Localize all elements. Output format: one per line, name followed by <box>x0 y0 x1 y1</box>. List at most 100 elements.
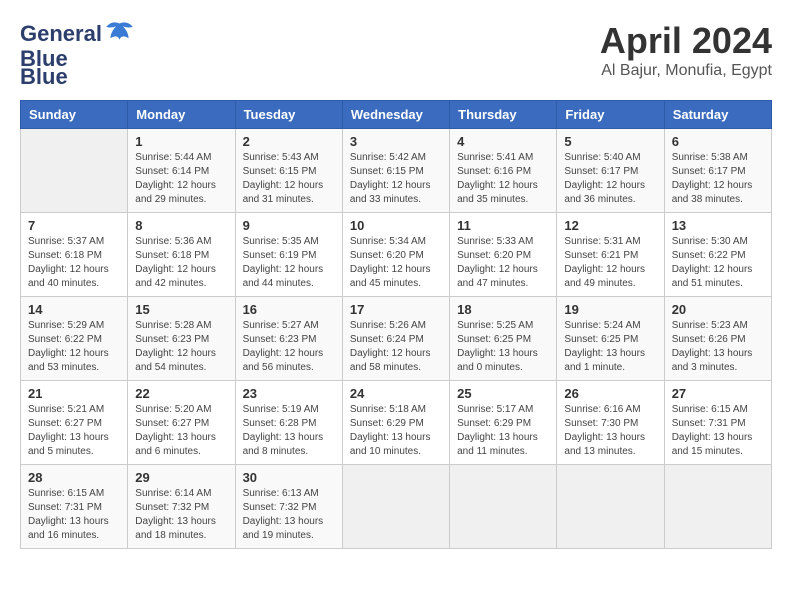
day-number: 30 <box>243 470 335 485</box>
day-info: Sunrise: 5:38 AM Sunset: 6:17 PM Dayligh… <box>672 151 764 207</box>
logo: GeneralBlue Blue <box>20 20 137 90</box>
calendar-cell: 9 Sunrise: 5:35 AM Sunset: 6:19 PM Daylig… <box>235 213 342 297</box>
day-number: 24 <box>350 386 442 401</box>
title-block: April 2024 Al Bajur, Monufia, Egypt <box>600 20 772 80</box>
day-info: Sunrise: 5:41 AM Sunset: 6:16 PM Dayligh… <box>457 151 549 207</box>
calendar-cell: 29 Sunrise: 6:14 AM Sunset: 7:32 PM Dayli… <box>128 465 235 549</box>
day-number: 7 <box>28 218 120 233</box>
day-number: 29 <box>135 470 227 485</box>
day-number: 13 <box>672 218 764 233</box>
day-info: Sunrise: 5:21 AM Sunset: 6:27 PM Dayligh… <box>28 403 120 459</box>
calendar-cell: 27 Sunrise: 6:15 AM Sunset: 7:31 PM Dayli… <box>664 381 771 465</box>
calendar-week-row-1: 1 Sunrise: 5:44 AM Sunset: 6:14 PM Daylig… <box>21 129 772 213</box>
day-info: Sunrise: 6:15 AM Sunset: 7:31 PM Dayligh… <box>28 487 120 543</box>
day-info: Sunrise: 5:36 AM Sunset: 6:18 PM Dayligh… <box>135 235 227 291</box>
day-number: 27 <box>672 386 764 401</box>
day-number: 11 <box>457 218 549 233</box>
day-number: 18 <box>457 302 549 317</box>
calendar-cell: 10Sunrise: 5:34 AM Sunset: 6:20 PM Dayli… <box>342 213 449 297</box>
calendar-week-row-2: 7 Sunrise: 5:37 AM Sunset: 6:18 PM Daylig… <box>21 213 772 297</box>
day-number: 26 <box>564 386 656 401</box>
day-number: 5 <box>564 134 656 149</box>
day-info: Sunrise: 6:14 AM Sunset: 7:32 PM Dayligh… <box>135 487 227 543</box>
day-info: Sunrise: 5:27 AM Sunset: 6:23 PM Dayligh… <box>243 319 335 375</box>
calendar-cell: 26Sunrise: 6:16 AM Sunset: 7:30 PM Dayli… <box>557 381 664 465</box>
day-number: 28 <box>28 470 120 485</box>
weekday-header-thursday: Thursday <box>450 101 557 129</box>
location-subtitle: Al Bajur, Monufia, Egypt <box>600 62 772 80</box>
day-info: Sunrise: 5:35 AM Sunset: 6:19 PM Dayligh… <box>243 235 335 291</box>
calendar-cell: 24 Sunrise: 5:18 AM Sunset: 6:29 PM Dayli… <box>342 381 449 465</box>
weekday-header-friday: Friday <box>557 101 664 129</box>
calendar-cell <box>342 465 449 549</box>
day-number: 25 <box>457 386 549 401</box>
calendar-cell: 17 Sunrise: 5:26 AM Sunset: 6:24 PM Dayli… <box>342 297 449 381</box>
calendar-cell: 4Sunrise: 5:41 AM Sunset: 6:16 PM Daylig… <box>450 129 557 213</box>
calendar-cell: 8 Sunrise: 5:36 AM Sunset: 6:18 PM Daylig… <box>128 213 235 297</box>
day-info: Sunrise: 5:44 AM Sunset: 6:14 PM Dayligh… <box>135 151 227 207</box>
day-info: Sunrise: 5:29 AM Sunset: 6:22 PM Dayligh… <box>28 319 120 375</box>
calendar-cell: 15 Sunrise: 5:28 AM Sunset: 6:23 PM Dayli… <box>128 297 235 381</box>
calendar-cell <box>664 465 771 549</box>
calendar-cell: 28 Sunrise: 6:15 AM Sunset: 7:31 PM Dayli… <box>21 465 128 549</box>
day-info: Sunrise: 5:42 AM Sunset: 6:15 PM Dayligh… <box>350 151 442 207</box>
calendar-cell <box>21 129 128 213</box>
calendar-cell: 30Sunrise: 6:13 AM Sunset: 7:32 PM Dayli… <box>235 465 342 549</box>
weekday-header-monday: Monday <box>128 101 235 129</box>
calendar-cell: 3Sunrise: 5:42 AM Sunset: 6:15 PM Daylig… <box>342 129 449 213</box>
calendar-cell: 21 Sunrise: 5:21 AM Sunset: 6:27 PM Dayli… <box>21 381 128 465</box>
calendar-cell: 18 Sunrise: 5:25 AM Sunset: 6:25 PM Dayli… <box>450 297 557 381</box>
day-info: Sunrise: 5:40 AM Sunset: 6:17 PM Dayligh… <box>564 151 656 207</box>
day-number: 10 <box>350 218 442 233</box>
calendar-cell <box>450 465 557 549</box>
day-number: 19 <box>564 302 656 317</box>
day-number: 17 <box>350 302 442 317</box>
day-info: Sunrise: 5:26 AM Sunset: 6:24 PM Dayligh… <box>350 319 442 375</box>
calendar-cell: 7 Sunrise: 5:37 AM Sunset: 6:18 PM Daylig… <box>21 213 128 297</box>
day-info: Sunrise: 6:15 AM Sunset: 7:31 PM Dayligh… <box>672 403 764 459</box>
day-number: 14 <box>28 302 120 317</box>
calendar-cell: 14 Sunrise: 5:29 AM Sunset: 6:22 PM Dayli… <box>21 297 128 381</box>
day-info: Sunrise: 5:37 AM Sunset: 6:18 PM Dayligh… <box>28 235 120 291</box>
day-number: 2 <box>243 134 335 149</box>
page-header: GeneralBlue Blue April 2024 Al Bajur, Mo… <box>20 20 772 90</box>
day-number: 6 <box>672 134 764 149</box>
calendar-cell: 2Sunrise: 5:43 AM Sunset: 6:15 PM Daylig… <box>235 129 342 213</box>
day-number: 9 <box>243 218 335 233</box>
calendar-cell: 16 Sunrise: 5:27 AM Sunset: 6:23 PM Dayli… <box>235 297 342 381</box>
calendar-cell: 12 Sunrise: 5:31 AM Sunset: 6:21 PM Dayli… <box>557 213 664 297</box>
weekday-header-saturday: Saturday <box>664 101 771 129</box>
weekday-header-tuesday: Tuesday <box>235 101 342 129</box>
calendar-cell: 25 Sunrise: 5:17 AM Sunset: 6:29 PM Dayli… <box>450 381 557 465</box>
day-info: Sunrise: 5:17 AM Sunset: 6:29 PM Dayligh… <box>457 403 549 459</box>
day-number: 12 <box>564 218 656 233</box>
calendar-cell: 19Sunrise: 5:24 AM Sunset: 6:25 PM Dayli… <box>557 297 664 381</box>
calendar-cell: 22Sunrise: 5:20 AM Sunset: 6:27 PM Dayli… <box>128 381 235 465</box>
day-number: 16 <box>243 302 335 317</box>
calendar-cell: 20Sunrise: 5:23 AM Sunset: 6:26 PM Dayli… <box>664 297 771 381</box>
day-info: Sunrise: 5:28 AM Sunset: 6:23 PM Dayligh… <box>135 319 227 375</box>
day-number: 8 <box>135 218 227 233</box>
calendar-week-row-5: 28 Sunrise: 6:15 AM Sunset: 7:31 PM Dayli… <box>21 465 772 549</box>
day-info: Sunrise: 5:31 AM Sunset: 6:21 PM Dayligh… <box>564 235 656 291</box>
day-number: 20 <box>672 302 764 317</box>
day-number: 15 <box>135 302 227 317</box>
calendar-header-row: SundayMondayTuesdayWednesdayThursdayFrid… <box>21 101 772 129</box>
day-info: Sunrise: 5:25 AM Sunset: 6:25 PM Dayligh… <box>457 319 549 375</box>
calendar-cell: 13Sunrise: 5:30 AM Sunset: 6:22 PM Dayli… <box>664 213 771 297</box>
calendar-cell: 5 Sunrise: 5:40 AM Sunset: 6:17 PM Daylig… <box>557 129 664 213</box>
calendar-cell: 1 Sunrise: 5:44 AM Sunset: 6:14 PM Daylig… <box>128 129 235 213</box>
day-info: Sunrise: 5:18 AM Sunset: 6:29 PM Dayligh… <box>350 403 442 459</box>
day-info: Sunrise: 5:19 AM Sunset: 6:28 PM Dayligh… <box>243 403 335 459</box>
calendar-week-row-4: 21 Sunrise: 5:21 AM Sunset: 6:27 PM Dayli… <box>21 381 772 465</box>
day-number: 1 <box>135 134 227 149</box>
weekday-header-wednesday: Wednesday <box>342 101 449 129</box>
day-number: 21 <box>28 386 120 401</box>
logo-text: GeneralBlue <box>20 20 137 70</box>
day-number: 23 <box>243 386 335 401</box>
month-title: April 2024 <box>600 20 772 62</box>
calendar-cell <box>557 465 664 549</box>
day-number: 22 <box>135 386 227 401</box>
calendar-cell: 11Sunrise: 5:33 AM Sunset: 6:20 PM Dayli… <box>450 213 557 297</box>
calendar-cell: 6 Sunrise: 5:38 AM Sunset: 6:17 PM Daylig… <box>664 129 771 213</box>
